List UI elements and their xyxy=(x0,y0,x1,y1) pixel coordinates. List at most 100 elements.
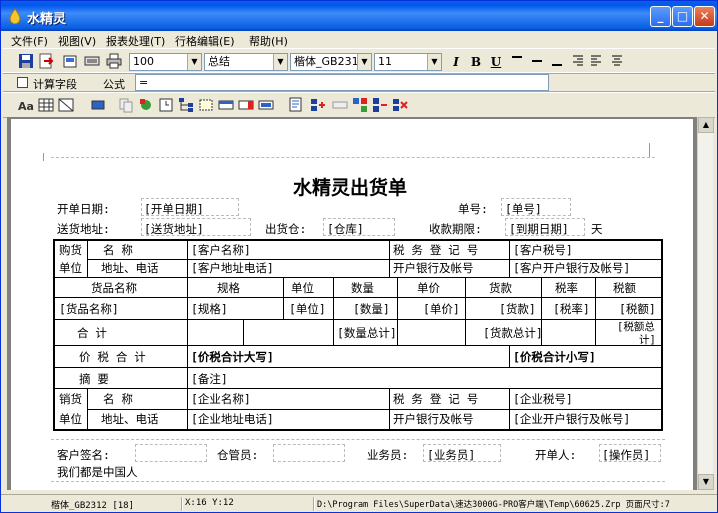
font-size-select[interactable]: 11 ▼ xyxy=(374,53,442,71)
row-cell-price[interactable]: [单价] xyxy=(423,301,460,317)
menu-view[interactable]: 视图(V) xyxy=(58,33,96,49)
seller-name-label: 名 称 xyxy=(103,392,133,406)
buyer-addr-field[interactable]: [客户地址电话] xyxy=(191,260,274,276)
row-cell-qty[interactable]: [数量] xyxy=(353,301,390,317)
group-button[interactable] xyxy=(351,96,369,114)
guide-line xyxy=(51,481,665,482)
seller-tag-1: 销货 xyxy=(59,392,82,406)
scroll-up-button[interactable]: ▲ xyxy=(698,117,714,133)
remove-icon xyxy=(393,99,408,111)
page-mode-select[interactable]: 总结 ▼ xyxy=(204,53,288,71)
document-area[interactable]: 水精灵出货单 开单日期: [开单日期] 单号: [单号] 送货地址: [送货地址… xyxy=(7,117,697,490)
frame-button[interactable] xyxy=(89,96,107,114)
maximize-button[interactable]: □ xyxy=(672,6,693,27)
scroll-down-button[interactable]: ▼ xyxy=(698,474,714,490)
insert-time-button[interactable] xyxy=(157,96,175,114)
insert-above-button[interactable] xyxy=(309,96,327,114)
preview-button[interactable] xyxy=(83,52,101,70)
totals-tax-2[interactable]: 计] xyxy=(639,332,656,347)
buyer-tax-field[interactable]: [客户税号] xyxy=(513,242,573,258)
vertical-scrollbar[interactable]: ▲ ▼ xyxy=(697,117,714,490)
start-date-field[interactable]: [开单日期] xyxy=(144,201,204,217)
bold-button[interactable]: B xyxy=(468,53,484,71)
warehouse-field[interactable]: [仓库] xyxy=(327,221,364,237)
align-right-button[interactable] xyxy=(568,52,586,70)
insert-table-button[interactable] xyxy=(37,96,55,114)
calc-field-checkbox[interactable] xyxy=(17,77,28,88)
menu-report[interactable]: 报表处理(T) xyxy=(106,33,165,49)
footer-note[interactable]: 我们都是中国人 xyxy=(57,464,138,480)
remove-button[interactable] xyxy=(391,96,409,114)
number-field[interactable]: [单号] xyxy=(505,201,542,217)
diagonal-button[interactable] xyxy=(57,96,75,114)
invoice-table: 购货 单位 名 称 [客户名称] 税 务 登 记 号 [客户税号] 地址、电话 … xyxy=(53,239,663,431)
row-cell-unit[interactable]: [单位] xyxy=(289,301,326,317)
insert-col-button[interactable] xyxy=(237,96,255,114)
menu-edit[interactable]: 行格编辑(E) xyxy=(175,33,235,49)
price-tax-upper[interactable]: [价税合计大写] xyxy=(191,349,274,365)
seller-addr-field[interactable]: [企业地址电话] xyxy=(191,411,274,427)
col-header-tax: 税额 xyxy=(613,281,636,295)
row-cell-tax[interactable]: [税额] xyxy=(619,301,656,317)
salesman-field[interactable]: [业务员] xyxy=(427,447,475,463)
due-field[interactable]: [到期日期] xyxy=(509,221,569,237)
report-button[interactable] xyxy=(287,96,305,114)
midline-button[interactable] xyxy=(528,52,546,70)
underline-rule-button[interactable] xyxy=(548,52,566,70)
underline-button[interactable]: U xyxy=(488,53,504,71)
font-name-select[interactable]: 楷体_GB2312 ▼ xyxy=(290,53,372,71)
insert-tree-button[interactable] xyxy=(177,96,195,114)
page-setup-button[interactable] xyxy=(61,52,79,70)
row-cell-name[interactable]: [货品名称] xyxy=(59,301,119,317)
split-button[interactable] xyxy=(371,96,389,114)
title-bar[interactable]: 水精灵 _ □ ✕ xyxy=(1,1,717,31)
salesman-label: 业务员: xyxy=(367,448,409,462)
align-center-button[interactable] xyxy=(608,52,626,70)
close-button[interactable]: ✕ xyxy=(694,6,715,27)
page-setup-icon xyxy=(63,55,77,68)
italic-button[interactable]: I xyxy=(448,53,464,71)
row-cell-amount[interactable]: [货款] xyxy=(499,301,536,317)
save-button[interactable] xyxy=(17,52,35,70)
totals-qty[interactable]: [数量总计] xyxy=(337,325,397,341)
zoom-select[interactable]: 100 ▼ xyxy=(129,53,202,71)
select-cell-button[interactable] xyxy=(197,96,215,114)
rule xyxy=(283,277,284,319)
insert-row-button[interactable] xyxy=(217,96,235,114)
buyer-bank-label: 开户银行及帐号 xyxy=(393,261,474,275)
form-title[interactable]: 水精灵出货单 xyxy=(293,173,407,200)
menu-file[interactable]: 文件(F) xyxy=(11,33,48,49)
status-font: 楷体_GB2312 [18] xyxy=(51,501,135,511)
zoom-value: 100 xyxy=(133,55,154,68)
creator-field[interactable]: [操作员] xyxy=(602,447,650,463)
row-cell-rate[interactable]: [税率] xyxy=(553,301,590,317)
merge-button[interactable] xyxy=(257,96,275,114)
ship-addr-field[interactable]: [送货地址] xyxy=(144,221,204,237)
overline-button[interactable] xyxy=(508,52,526,70)
formula-input[interactable]: = xyxy=(135,74,549,91)
seller-bank-field[interactable]: [企业开户银行及帐号] xyxy=(513,411,630,427)
text-style-button[interactable]: Aa xyxy=(17,96,35,114)
row-cell-spec[interactable]: [规格] xyxy=(191,301,228,317)
seller-tax-field[interactable]: [企业税号] xyxy=(513,391,573,407)
rule xyxy=(55,297,661,298)
menu-help[interactable]: 帮助(H) xyxy=(249,33,288,49)
export-button[interactable] xyxy=(37,52,55,70)
delete-cell-icon xyxy=(332,101,348,109)
insert-object-button[interactable] xyxy=(137,96,155,114)
font-aa-icon: Aa xyxy=(18,100,34,113)
buyer-bank-field[interactable]: [客户开户银行及帐号] xyxy=(513,260,630,276)
buyer-name-field[interactable]: [客户名称] xyxy=(191,242,251,258)
totals-amount[interactable]: [货款总计] xyxy=(483,325,543,341)
seller-name-field[interactable]: [企业名称] xyxy=(191,391,251,407)
col-header-name: 货品名称 xyxy=(91,281,137,295)
price-tax-lower[interactable]: [价税合计小写] xyxy=(513,349,596,365)
align-left-button[interactable] xyxy=(588,52,606,70)
summary-field[interactable]: [备注] xyxy=(191,371,228,387)
rule xyxy=(55,345,661,346)
delete-cell-button[interactable] xyxy=(331,96,349,114)
group-icon xyxy=(353,98,367,112)
minimize-button[interactable]: _ xyxy=(650,6,671,27)
print-button[interactable] xyxy=(105,52,123,70)
copy-format-button[interactable] xyxy=(117,96,135,114)
